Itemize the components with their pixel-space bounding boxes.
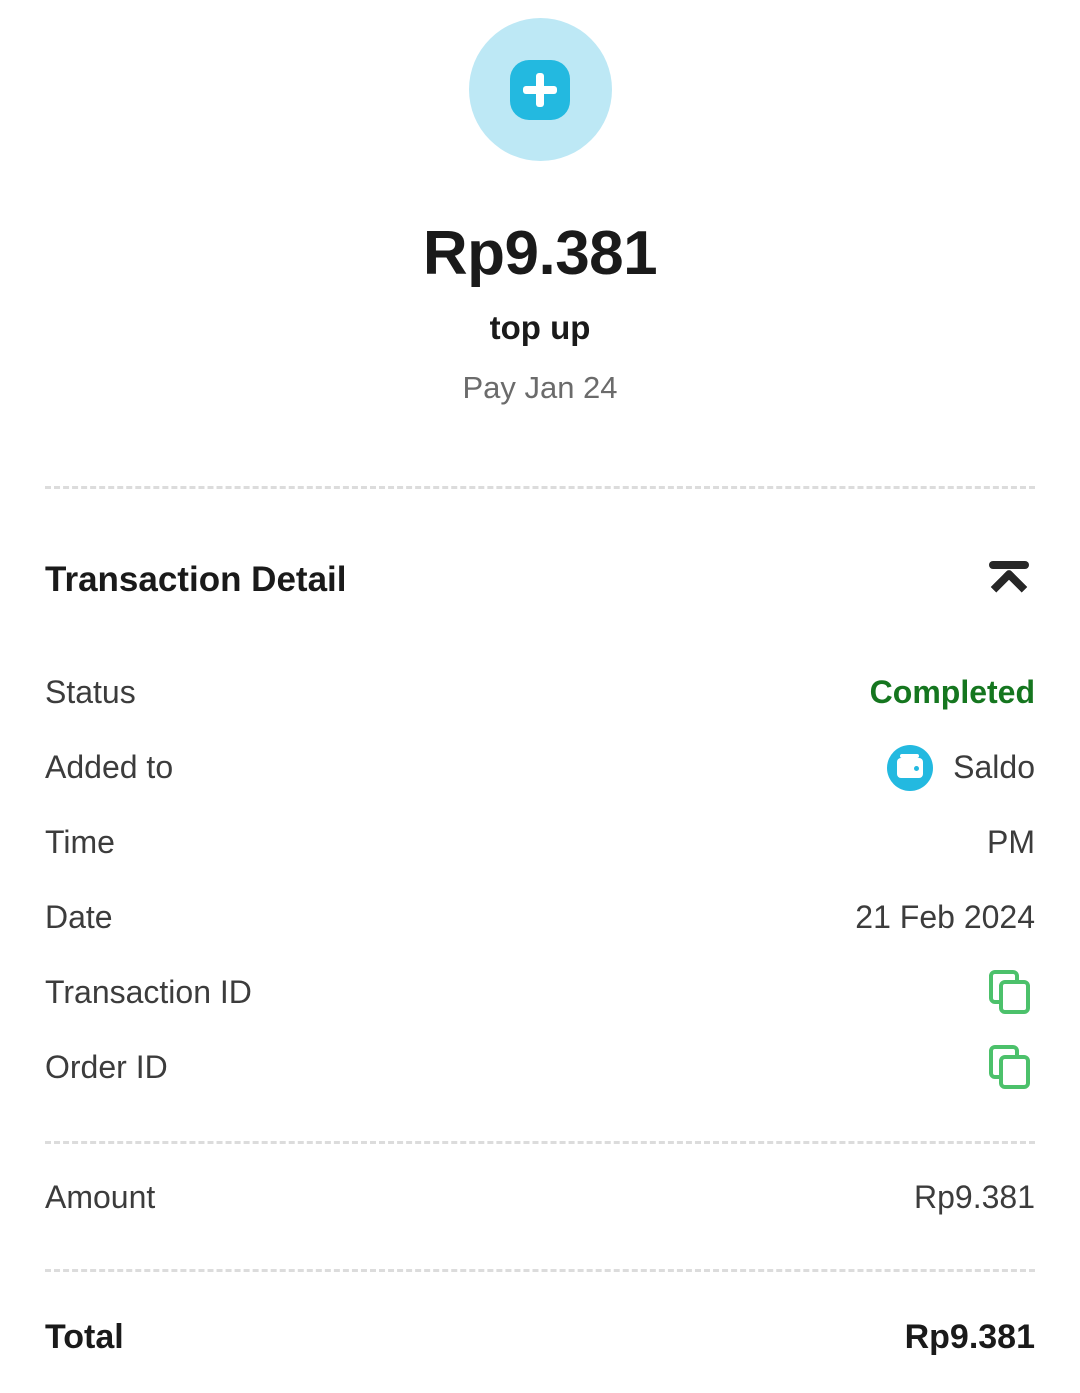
total-label: Total xyxy=(45,1317,124,1356)
row-value-time: PM xyxy=(987,824,1035,860)
total-value: Rp9.381 xyxy=(904,1317,1035,1356)
hero-amount: Rp9.381 xyxy=(422,219,658,288)
table-row: Transaction ID xyxy=(45,955,1035,1030)
copy-icon[interactable] xyxy=(989,1044,1035,1091)
row-label-added-to: Added to xyxy=(45,749,174,785)
amount-value: Rp9.381 xyxy=(914,1178,1035,1215)
row-label-transaction-id: Transaction ID xyxy=(45,974,252,1010)
table-row: Added to Saldo xyxy=(45,730,1035,805)
topup-icon-badge xyxy=(468,18,612,161)
divider-top xyxy=(45,486,1035,489)
table-row: Status Completed xyxy=(45,655,1035,730)
row-label-time: Time xyxy=(45,824,115,860)
copy-icon[interactable] xyxy=(989,969,1035,1016)
section-title: Transaction Detail xyxy=(45,560,347,599)
pay-label: Pay Jan 24 xyxy=(462,370,618,405)
divider-total-top xyxy=(45,1269,1035,1272)
amount-label: Amount xyxy=(45,1178,156,1215)
row-value-added-to: Saldo xyxy=(953,749,1035,785)
total-row: Total Rp9.381 xyxy=(0,1297,1080,1377)
transaction-detail-header: Transaction Detail xyxy=(0,557,1080,605)
table-row: Date 21 Feb 2024 xyxy=(45,880,1035,955)
plus-icon xyxy=(510,59,570,120)
table-row: Time PM xyxy=(45,805,1035,880)
transaction-hero: Rp9.381 top up Pay Jan 24 xyxy=(0,0,1080,403)
wallet-icon xyxy=(887,744,934,791)
row-label-order-id: Order ID xyxy=(45,1049,168,1085)
transaction-detail-screen: Rp9.381 top up Pay Jan 24 Transaction De… xyxy=(0,0,1080,1393)
divider-amount-top xyxy=(45,1141,1035,1144)
row-label-date: Date xyxy=(45,899,113,935)
row-label-status: Status xyxy=(45,674,136,710)
amount-row: Amount Rp9.381 xyxy=(0,1158,1080,1236)
detail-rows: Status Completed Added to Saldo Time PM … xyxy=(0,655,1080,1105)
row-value-date: 21 Feb 2024 xyxy=(855,899,1035,935)
collapse-up-icon[interactable] xyxy=(983,557,1035,605)
status-badge: Completed xyxy=(869,674,1035,710)
table-row: Order ID xyxy=(45,1030,1035,1105)
transaction-type-label: top up xyxy=(489,309,591,346)
